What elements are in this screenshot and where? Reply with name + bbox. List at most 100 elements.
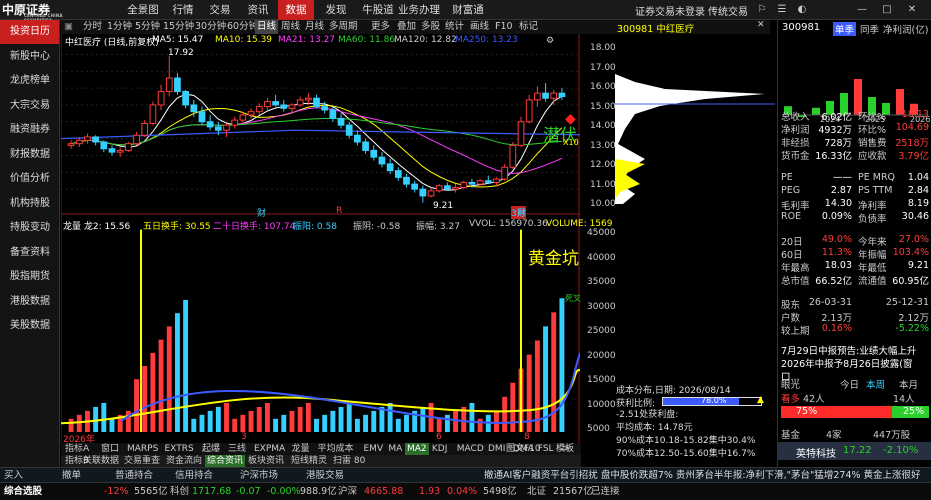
toolbar-btn-0[interactable]: 分时	[81, 20, 104, 34]
indicator-tab-8[interactable]: 平均成本	[316, 443, 356, 455]
toolbar-btn-9[interactable]: 多周期	[327, 20, 360, 34]
eye-month[interactable]: 本月	[899, 377, 918, 391]
minimize-icon[interactable]: —	[855, 3, 869, 17]
stock-screener-button[interactable]: 综合选股	[4, 485, 42, 499]
trade-action-0[interactable]: 买入	[4, 468, 23, 483]
toolbar-btn-7[interactable]: 周线	[279, 20, 302, 34]
toolbar-btn-4[interactable]: 30分钟	[193, 20, 228, 34]
indicator-tab-7[interactable]: 龙量	[290, 443, 312, 455]
account-status[interactable]: 证券交易未登录	[635, 3, 705, 18]
toolbar-btn-10[interactable]: 更多	[369, 20, 392, 34]
sidebar-item-7[interactable]: 机构持股	[0, 192, 59, 216]
indicator-tab-12[interactable]: KDJ	[430, 443, 450, 455]
top-menu-8[interactable]: 财富通	[445, 0, 491, 20]
toolbar-btn-8[interactable]: 月线	[303, 20, 326, 34]
indicator-tab-9[interactable]: EMV	[362, 443, 386, 455]
toolbar-close-icon[interactable]: ✕	[757, 20, 765, 30]
sidebar-item-10[interactable]: 股指期货	[0, 265, 59, 289]
top-menu-4[interactable]: 数据	[278, 0, 314, 20]
bell-icon[interactable]: ⚐	[755, 3, 769, 17]
info-tab-2[interactable]: 交易重查	[122, 455, 162, 467]
sidebar-item-0[interactable]: 投资日历	[0, 20, 59, 44]
trade-action-1[interactable]: 撤单	[62, 468, 81, 483]
info-tab-7[interactable]: 扫雷 80	[331, 455, 367, 467]
kline-chart[interactable]	[61, 34, 580, 444]
maximize-icon[interactable]: □	[880, 3, 894, 17]
indicator-tab-13[interactable]: MACD	[455, 443, 486, 455]
rp-tab-1[interactable]: 同季	[858, 22, 881, 36]
news-ticker[interactable]: 撤通AI客户融资平台引招扰 盘中股价跌超7% 贵州茅台半年报:净利下滑,"茅台"…	[484, 468, 921, 483]
sidebar-item-11[interactable]: 港股数据	[0, 290, 59, 314]
toolbar-btn-14[interactable]: 画线	[468, 20, 491, 34]
indicator-tab-6[interactable]: EXPMA	[252, 443, 287, 455]
candle-body	[141, 122, 149, 136]
trade-action-4[interactable]: 沪深市场	[240, 468, 278, 483]
rp-tab-0[interactable]: 单季	[833, 22, 857, 36]
top-menu-6[interactable]: 牛股道	[355, 0, 401, 20]
sidebar-item-2[interactable]: 龙虎榜单	[0, 69, 59, 93]
sidebar-item-4[interactable]: 融资融券	[0, 118, 59, 142]
toolbar-btn-13[interactable]: 统计	[443, 20, 466, 34]
trade-action-3[interactable]: 信用持合	[175, 468, 213, 483]
candle-body	[378, 156, 386, 165]
top-menu-0[interactable]: 全景图	[120, 0, 166, 20]
theme-switch[interactable]: 传统交易	[708, 3, 748, 18]
indicator-tab-5[interactable]: 三线	[226, 443, 248, 455]
toolbar-btn-12[interactable]: 多股	[419, 20, 442, 34]
sidebar-item-12[interactable]: 美股数据	[0, 314, 59, 338]
skin-icon[interactable]: ◐	[795, 3, 809, 17]
top-menu-2[interactable]: 交易	[202, 0, 238, 20]
close-icon[interactable]: ✕	[905, 3, 919, 17]
profile-settings-icon[interactable]: ▲	[757, 395, 764, 405]
indicator-tab-3[interactable]: EXTRS	[163, 443, 196, 455]
trade-action-2[interactable]: 普通持合	[115, 468, 153, 483]
top-menu-1[interactable]: 行情	[165, 0, 201, 20]
volume-bar	[264, 402, 270, 432]
rp-tab-2[interactable]: 净利润(亿)	[881, 22, 930, 36]
indicator-label-1: 五日换手: 30.55	[143, 222, 211, 232]
candle-body	[337, 117, 345, 126]
indicator-tab-10[interactable]: MA	[386, 443, 404, 455]
info-tab-5[interactable]: 板块资讯	[246, 455, 286, 467]
rows3-cell-0-0: 20日	[781, 237, 803, 248]
indicator-right-tab-0[interactable]: 图文F10	[504, 443, 543, 455]
info-tab-1[interactable]: 关联数据	[81, 455, 121, 467]
volume-bar	[363, 414, 369, 432]
toolbar-btn-2[interactable]: 5分钟	[133, 20, 162, 34]
settings-gear-icon[interactable]: ⚙	[546, 36, 554, 46]
sidebar-item-9[interactable]: 备查资料	[0, 241, 59, 265]
sidebar-item-8[interactable]: 持股变动	[0, 216, 59, 240]
sidebar-item-5[interactable]: 财报数据	[0, 143, 59, 167]
top-menu-3[interactable]: 资讯	[240, 0, 276, 20]
info-tab-3[interactable]: 资金流向	[164, 455, 204, 467]
peer-stock-row[interactable]: 英特科技 17.22 -2.10%	[778, 442, 931, 460]
indicator-tab-2[interactable]: MARPS	[125, 443, 160, 455]
toolbar-btn-11[interactable]: 叠加	[395, 20, 418, 34]
sidebar-item-6[interactable]: 价值分析	[0, 167, 59, 191]
rows2-cell-0-2: PE MRQ	[858, 172, 896, 183]
info-tab-6[interactable]: 短线精灵	[289, 455, 329, 467]
top-menu-5[interactable]: 发现	[318, 0, 354, 20]
rows1-cell-0-2: 环比%	[858, 112, 887, 123]
indicator-tab-0[interactable]: 指标A	[63, 443, 91, 455]
sidebar-item-3[interactable]: 大宗交易	[0, 94, 59, 118]
indicator-tab-11[interactable]: MA2	[405, 443, 429, 455]
indicator-tab-1[interactable]: 窗口	[99, 443, 121, 455]
rows2-cell-1-0: PEG	[781, 185, 801, 196]
sidebar-item-1[interactable]: 新股中心	[0, 45, 59, 69]
eye-week[interactable]: 本周	[866, 377, 885, 391]
eye-today[interactable]: 今日	[840, 377, 859, 391]
rows4-cell-1-1: 2.13万	[821, 313, 852, 324]
toolbar-btn-15[interactable]: F10	[493, 20, 515, 34]
settings-icon[interactable]: ☰	[775, 3, 789, 17]
indicator-tab-4[interactable]: 起爆	[200, 443, 222, 455]
toolbar-btn-6[interactable]: 日线	[255, 20, 279, 34]
toolbar-btn-3[interactable]: 15分钟	[161, 20, 196, 34]
indicator-right-tab-1[interactable]: 模板	[554, 443, 576, 455]
toolbar-btn-1[interactable]: 1分钟	[105, 20, 134, 34]
info-tab-4[interactable]: 综合资讯	[205, 455, 246, 467]
index-value-0: -12%	[104, 486, 129, 497]
trade-action-5[interactable]: 港股交易	[306, 468, 344, 483]
toolbar-btn-16[interactable]: 标记	[517, 20, 540, 34]
top-menu-7[interactable]: 业务办理	[396, 0, 442, 20]
